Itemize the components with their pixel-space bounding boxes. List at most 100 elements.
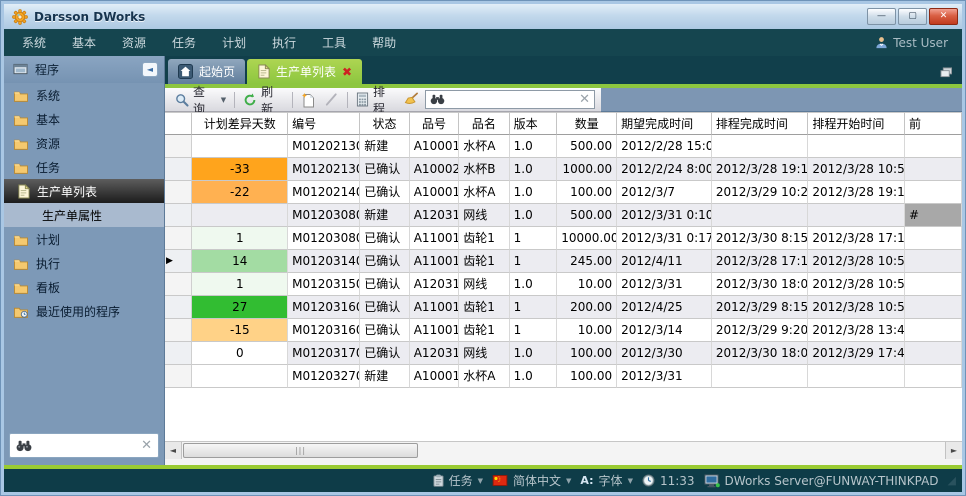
tab-0[interactable]: 起始页	[168, 59, 245, 84]
production-order-grid: 计划差异天数编号状态品号品名版本数量期望完成时间排程完成时间排程开始时间前 M0…	[165, 112, 962, 441]
sidebar-filter-clear-icon[interactable]: ✕	[141, 438, 152, 453]
close-button[interactable]: ✕	[929, 8, 958, 25]
column-header-0[interactable]: 计划差异天数	[192, 112, 288, 135]
row-indicator	[165, 204, 192, 227]
sidebar-item-4[interactable]: 生产单列表	[4, 179, 164, 203]
table-row[interactable]: M012021301新建A10001水杯A1.0500.002012/2/28 …	[165, 135, 962, 158]
table-row[interactable]: 1M012031501已确认A12031网线1.010.002012/3/312…	[165, 273, 962, 296]
schedule-button[interactable]: 排程	[352, 90, 400, 110]
table-row[interactable]: 1M012030802已确认A11001齿轮1110000.002012/3/3…	[165, 227, 962, 250]
cell-code: M012031701	[288, 342, 360, 365]
menu-item-3[interactable]: 任务	[172, 34, 196, 51]
flag-icon	[492, 475, 508, 486]
status-task-dropdown[interactable]: 任务 ▼	[433, 472, 483, 489]
scrollbar-track[interactable]: |||	[182, 442, 945, 459]
cell-code: M012030802	[288, 227, 360, 250]
programs-icon	[13, 63, 28, 76]
sidebar-item-6[interactable]: 计划	[4, 227, 164, 251]
column-header-7[interactable]: 期望完成时间	[617, 112, 712, 135]
menu-item-4[interactable]: 计划	[222, 34, 246, 51]
table-row[interactable]: 0M012031701已确认A12031网线1.0100.002012/3/30…	[165, 342, 962, 365]
scroll-right-button[interactable]: ►	[945, 442, 962, 459]
minimize-button[interactable]: —	[867, 8, 896, 25]
menu-item-1[interactable]: 基本	[72, 34, 96, 51]
edit-button[interactable]	[320, 90, 343, 110]
cell-start: 2012/3/28 10:52	[808, 273, 905, 296]
status-clock[interactable]: 11:33	[642, 474, 695, 488]
cell-code: M012032701	[288, 365, 360, 388]
cell-pn: A10001	[410, 135, 460, 158]
sidebar-item-9[interactable]: 最近使用的程序	[4, 299, 164, 323]
sidebar-item-7[interactable]: 执行	[4, 251, 164, 275]
column-header-1[interactable]: 编号	[288, 112, 360, 135]
clean-button[interactable]	[400, 90, 423, 110]
sidebar-item-5[interactable]: 生产单属性	[4, 203, 164, 227]
sidebar-item-0[interactable]: 系统	[4, 83, 164, 107]
refresh-button[interactable]: 刷新	[239, 90, 288, 110]
table-row[interactable]: M012032701新建A10001水杯A1.0100.002012/3/31	[165, 365, 962, 388]
cell-ovf	[905, 250, 962, 273]
user-area[interactable]: Test User	[875, 36, 948, 50]
table-row[interactable]: ▶14M012031402已确认A11001齿轮11245.002012/4/1…	[165, 250, 962, 273]
sidebar-item-3[interactable]: 任务	[4, 155, 164, 179]
tab-1[interactable]: 生产单列表✖	[247, 59, 362, 84]
page-icon	[257, 64, 270, 79]
menu-item-7[interactable]: 帮助	[372, 34, 396, 51]
status-font-dropdown[interactable]: A: 字体 ▼	[580, 472, 633, 489]
clipboard-icon	[433, 474, 444, 487]
query-button[interactable]: 查询 ▼	[171, 90, 230, 110]
cell-status: 新建	[360, 204, 410, 227]
cell-end: 2012/3/30 18:00	[712, 342, 809, 365]
folder-icon	[13, 257, 29, 270]
scroll-left-button[interactable]: ◄	[165, 442, 182, 459]
task-caret-icon: ▼	[478, 477, 483, 485]
column-header-3[interactable]: 品号	[410, 112, 460, 135]
folder-clock-icon	[13, 305, 29, 318]
table-row[interactable]: -22M012021401已确认A10001水杯A1.0100.002012/3…	[165, 181, 962, 204]
sidebar-item-label: 计划	[36, 231, 60, 248]
window-list-icon[interactable]	[939, 67, 954, 78]
maximize-button[interactable]: ▢	[898, 8, 927, 25]
tab-close-icon[interactable]: ✖	[342, 65, 352, 79]
sidebar-filter-input[interactable]	[36, 439, 137, 453]
scrollbar-thumb[interactable]: |||	[183, 443, 418, 458]
column-header-6[interactable]: 数量	[557, 112, 617, 135]
menu-item-2[interactable]: 资源	[122, 34, 146, 51]
status-server[interactable]: DWorks Server@FUNWAY-THINKPAD	[704, 474, 939, 488]
table-row[interactable]: 27M012031601已确认A11001齿轮11200.002012/4/25…	[165, 296, 962, 319]
cell-diff: 27	[192, 296, 288, 319]
cell-name: 网线	[459, 204, 509, 227]
column-header-8[interactable]: 排程完成时间	[712, 112, 809, 135]
menu-item-5[interactable]: 执行	[272, 34, 296, 51]
grid-search-clear-icon[interactable]: ✕	[579, 92, 590, 107]
status-language-dropdown[interactable]: 简体中文 ▼	[492, 472, 571, 489]
row-indicator-header[interactable]	[165, 112, 192, 135]
column-header-4[interactable]: 品名	[459, 112, 509, 135]
column-header-9[interactable]: 排程开始时间	[808, 112, 905, 135]
sidebar-item-label: 看板	[36, 279, 60, 296]
table-row[interactable]: M012030801新建A12031网线1.0500.002012/3/31 0…	[165, 204, 962, 227]
sidebar-item-2[interactable]: 资源	[4, 131, 164, 155]
new-button[interactable]	[297, 90, 320, 110]
cell-end	[712, 204, 809, 227]
sidebar-collapse-button[interactable]: ◄	[142, 62, 158, 77]
query-caret-icon: ▼	[221, 96, 226, 104]
cell-ver: 1	[510, 227, 558, 250]
column-header-10[interactable]: 前	[905, 112, 962, 135]
resize-grip[interactable]: ◢	[948, 474, 956, 487]
column-header-5[interactable]: 版本	[510, 112, 558, 135]
cell-ver: 1	[510, 319, 558, 342]
cell-due: 2012/2/24 8:00	[617, 158, 712, 181]
cell-ovf	[905, 273, 962, 296]
sidebar-item-1[interactable]: 基本	[4, 107, 164, 131]
grid-search-input[interactable]	[448, 93, 576, 107]
cell-start	[808, 365, 905, 388]
column-header-2[interactable]: 状态	[360, 112, 410, 135]
table-row[interactable]: -33M012021302已确认A10002水杯B1.01000.002012/…	[165, 158, 962, 181]
menu-item-6[interactable]: 工具	[322, 34, 346, 51]
tab-strip: 起始页生产单列表✖	[165, 56, 962, 84]
table-row[interactable]: -15M012031602已确认A11001齿轮1110.002012/3/14…	[165, 319, 962, 342]
cell-due: 2012/4/11	[617, 250, 712, 273]
sidebar-item-8[interactable]: 看板	[4, 275, 164, 299]
menu-item-0[interactable]: 系统	[22, 34, 46, 51]
